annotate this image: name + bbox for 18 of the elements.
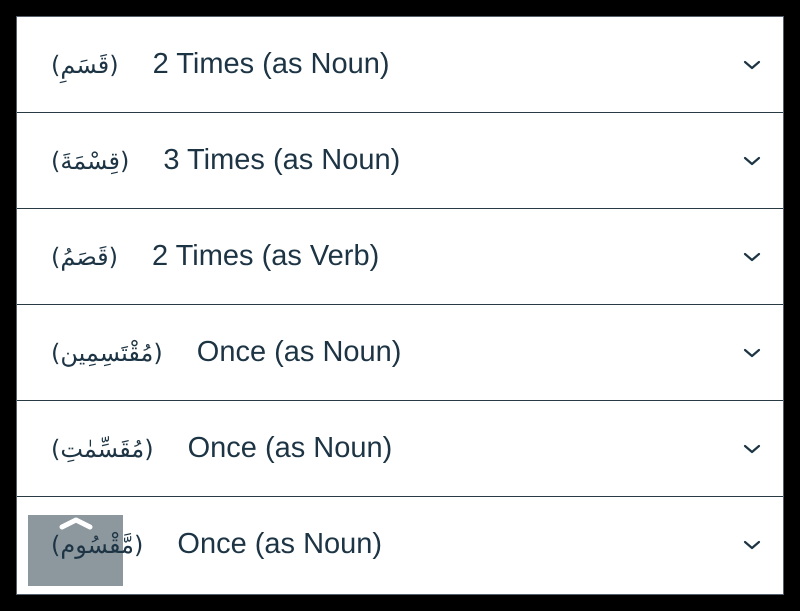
- occurrence-label: Once (as Noun): [177, 527, 382, 562]
- arabic-word: (قَسَمِ): [51, 46, 119, 82]
- occurrence-label: Once (as Noun): [188, 430, 392, 466]
- chevron-down-icon: [743, 252, 761, 262]
- chevron-down-icon: [743, 60, 761, 70]
- chevron-up-icon: [58, 517, 94, 530]
- occurrence-label: Once (as Noun): [196, 334, 402, 370]
- occurrence-label: 2 Times (as Verb): [152, 238, 380, 274]
- arabic-word: (قِسْمَةَ): [51, 146, 130, 176]
- arabic-word: (مُقْتَسِمِين): [51, 338, 163, 369]
- chevron-down-icon: [743, 156, 761, 166]
- arabic-word: (مُقَسِّمٰتِ): [51, 434, 154, 464]
- arabic-word: (قَصَمُ): [51, 242, 118, 273]
- chevron-down-icon: [743, 444, 761, 454]
- chevron-down-icon: [743, 540, 761, 550]
- chevron-down-icon: [743, 348, 761, 358]
- occurrence-label: 2 Times (as Noun): [152, 46, 390, 82]
- occurrence-label: 3 Times (as Noun): [163, 142, 400, 178]
